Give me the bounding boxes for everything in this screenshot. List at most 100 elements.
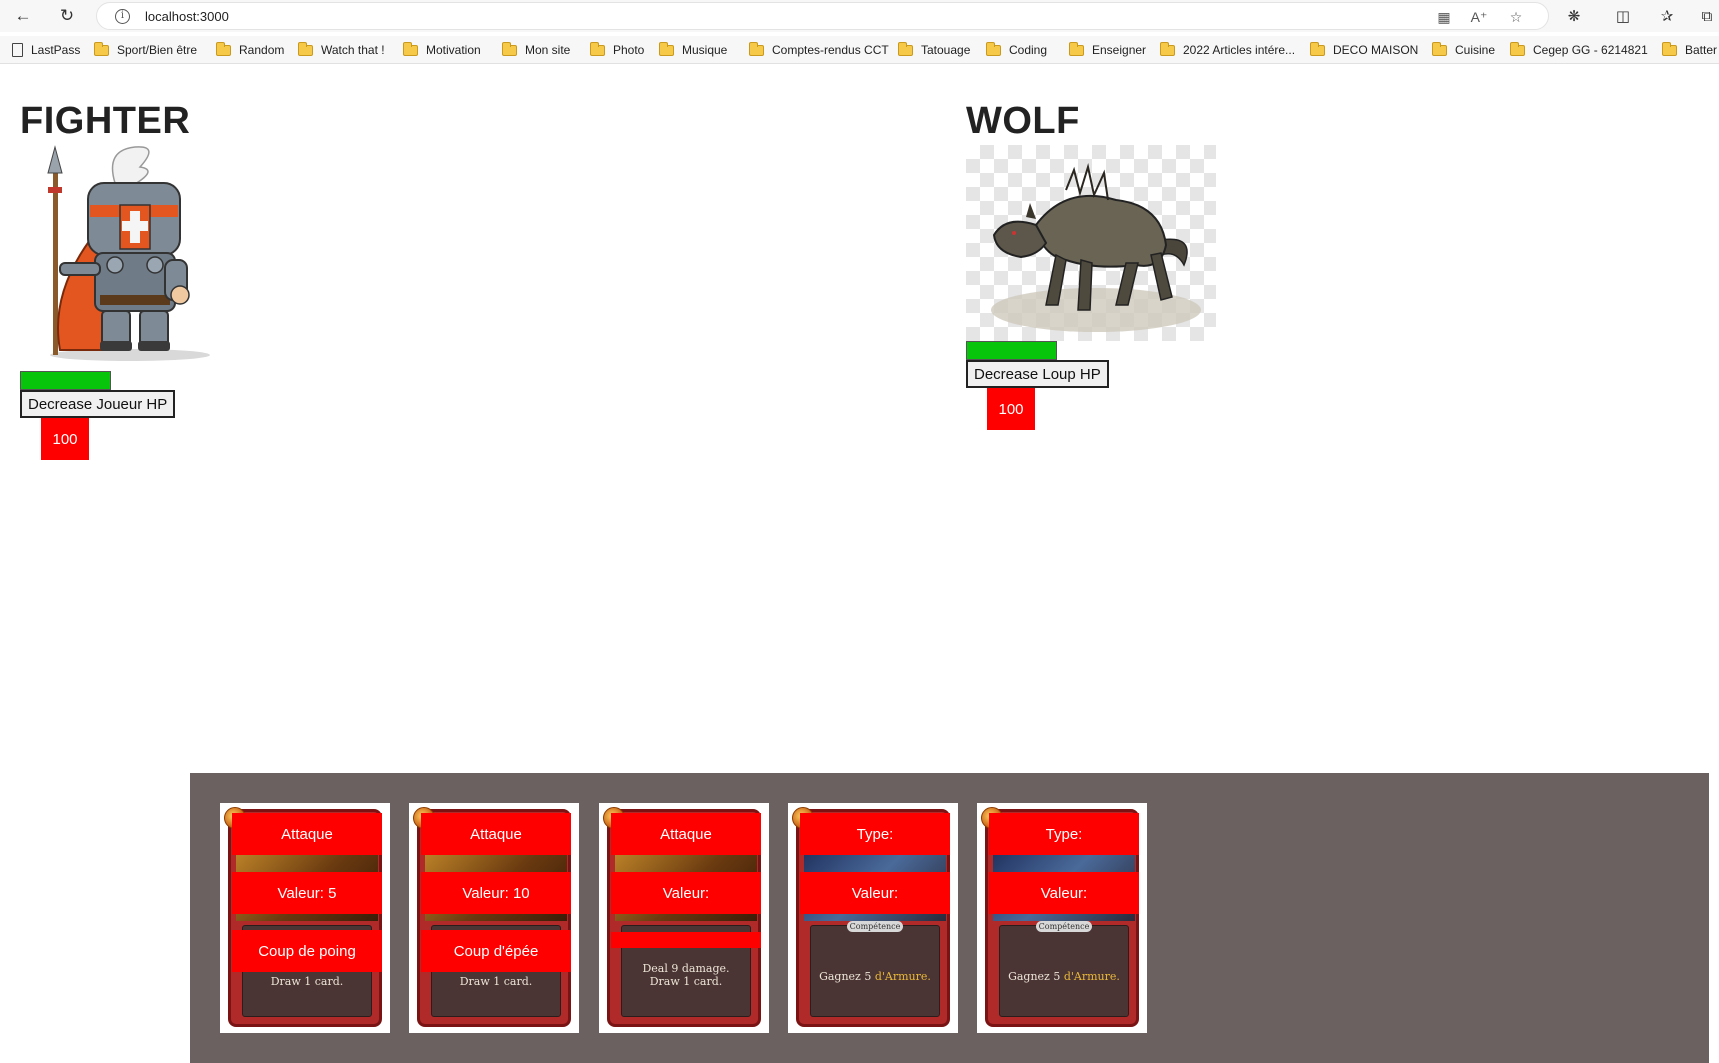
folder-icon <box>1069 41 1084 56</box>
folder-icon <box>502 41 517 56</box>
bookmark-label: Batter <box>1685 43 1718 57</box>
folder-icon <box>1510 41 1525 56</box>
bookmark-label: Photo <box>613 43 645 57</box>
back-arrow-icon[interactable]: ← <box>10 3 36 29</box>
card-type-banner: Type: <box>800 813 950 855</box>
card-description: Deal 9 damage. Draw 1 card. <box>621 962 751 988</box>
bookmarks-bar: LastPass Sport/Bien être Random Watch that … <box>0 36 1719 64</box>
bookmark-item[interactable]: Watch that ! <box>298 41 385 59</box>
folder-icon <box>403 41 418 56</box>
card-description: Draw 1 card. <box>242 975 372 988</box>
folder-icon <box>1160 41 1175 56</box>
card-description-text: Draw 1 card. <box>649 975 723 988</box>
site-info-icon[interactable]: i <box>115 9 130 24</box>
bookmark-item[interactable]: LastPass <box>12 41 80 59</box>
folder-icon <box>1310 41 1325 56</box>
card[interactable]: Draw 1 card. Attaque Valeur: 10 Coup d'épée <box>409 803 579 1033</box>
card[interactable]: Compétence Gagnez 5 d'Armure. Type: Valeur: <box>788 803 958 1033</box>
bookmark-label: Enseigner <box>1092 43 1147 57</box>
player-hp-value: 100 <box>41 418 89 460</box>
bookmark-item[interactable]: Musique <box>659 41 727 59</box>
bookmark-label: Musique <box>682 43 728 57</box>
address-url[interactable]: localhost:3000 <box>145 9 229 24</box>
bookmark-label: Cegep GG - 6214821 <box>1533 43 1648 57</box>
bookmark-item[interactable]: Comptes-rendus CCT <box>749 41 889 59</box>
card-hand: Draw 1 card. Attaque Valeur: 5 Coup de poin… <box>190 773 1709 1063</box>
card-description: Draw 1 card. <box>431 975 561 988</box>
bookmark-item[interactable]: Enseigner <box>1069 41 1146 59</box>
card-category-tag: Compétence <box>847 921 903 932</box>
card-value-banner: Valeur: 10 <box>421 872 571 914</box>
address-bar[interactable]: i localhost:3000 ▦ A⁺ ☆ <box>96 2 1549 30</box>
bookmark-label: LastPass <box>31 43 81 57</box>
bookmark-label: Sport/Bien être <box>117 43 198 57</box>
bookmark-item[interactable]: Cegep GG - 6214821 <box>1510 41 1648 59</box>
card-value-banner: Valeur: <box>611 872 761 914</box>
folder-icon <box>898 41 913 56</box>
bookmark-item[interactable]: Coding <box>986 41 1047 59</box>
bookmark-label: Motivation <box>426 43 481 57</box>
card-name-banner: Coup de poing <box>232 930 382 972</box>
card-description-text: Gagnez 5 <box>1008 970 1064 983</box>
card-description-text: Draw 1 card. <box>459 975 533 988</box>
enemy-name: WOLF <box>966 100 1080 142</box>
card-description-text: Gagnez 5 <box>819 970 875 983</box>
wolf-sprite <box>966 145 1216 341</box>
favorites-icon[interactable]: ✰ <box>1656 5 1678 27</box>
card-category-tag: Compétence <box>1036 921 1092 932</box>
bookmark-item[interactable]: Mon site <box>502 41 570 59</box>
folder-icon <box>94 41 109 56</box>
card-description-text: Deal 9 damage. <box>642 962 730 975</box>
folder-icon <box>216 41 231 56</box>
card[interactable]: Compétence Gagnez 5 d'Armure. Type: Valeur: <box>977 803 1147 1033</box>
extensions-icon[interactable]: ❋ <box>1563 5 1585 27</box>
bookmark-item[interactable]: Cuisine <box>1432 41 1495 59</box>
enemy-hp-bar <box>966 341 1057 360</box>
folder-icon <box>986 41 1001 56</box>
player-panel: FIGHTER Decrease Joueur HP 100 <box>20 100 220 460</box>
card-description-highlight: d'Armure. <box>1063 970 1120 983</box>
card-type-banner: Type: <box>989 813 1139 855</box>
card-value-banner: Valeur: 5 <box>232 872 382 914</box>
bookmark-label: DECO MAISON <box>1333 43 1419 57</box>
player-name: FIGHTER <box>20 100 191 142</box>
bookmark-item[interactable]: Random <box>216 41 284 59</box>
card-description: Gagnez 5 d'Armure. <box>999 970 1129 983</box>
collections-icon[interactable]: ⧉ <box>1696 5 1718 27</box>
split-screen-icon[interactable]: ◫ <box>1612 5 1634 27</box>
card[interactable]: Draw 1 card. Attaque Valeur: 5 Coup de poin… <box>220 803 390 1033</box>
bookmark-item[interactable]: DECO MAISON <box>1310 41 1418 59</box>
card[interactable]: Deal 9 damage. Draw 1 card. Attaque Valeur: <box>599 803 769 1033</box>
bookmark-label: Coding <box>1009 43 1048 57</box>
bookmark-item[interactable]: Tatouage <box>898 41 970 59</box>
bookmark-label: Random <box>239 43 285 57</box>
folder-icon <box>590 41 605 56</box>
bookmark-label: Watch that ! <box>321 43 385 57</box>
bookmark-label: 2022 Articles intére... <box>1183 43 1296 57</box>
bookmark-item[interactable]: Sport/Bien être <box>94 41 197 59</box>
game-page: FIGHTER Decrease Joueur HP 100 WOLF Decr… <box>0 70 1719 1063</box>
folder-icon <box>1662 41 1677 56</box>
bookmark-item[interactable]: Photo <box>590 41 644 59</box>
card-type-banner: Attaque <box>611 813 761 855</box>
card-value-banner: Valeur: <box>800 872 950 914</box>
bookmark-item[interactable]: Batter <box>1662 41 1717 59</box>
card-value-banner: Valeur: <box>989 872 1139 914</box>
read-aloud-icon[interactable]: A⁺ <box>1470 8 1488 26</box>
enemy-panel: WOLF Decrease Loup HP 100 <box>966 100 1216 430</box>
folder-icon <box>1432 41 1447 56</box>
bookmark-label: Tatouage <box>921 43 971 57</box>
favorite-star-icon[interactable]: ☆ <box>1507 8 1525 26</box>
bookmark-item[interactable]: 2022 Articles intére... <box>1160 41 1295 59</box>
decrease-player-hp-button[interactable]: Decrease Joueur HP <box>20 390 176 418</box>
reload-icon[interactable]: ↻ <box>54 3 80 29</box>
page-icon <box>12 43 23 57</box>
card-type-banner: Attaque <box>421 813 571 855</box>
enemy-hp-value: 100 <box>987 388 1035 430</box>
apps-grid-icon[interactable]: ▦ <box>1435 8 1453 26</box>
folder-icon <box>659 41 674 56</box>
bookmark-label: Cuisine <box>1455 43 1496 57</box>
decrease-enemy-hp-button[interactable]: Decrease Loup HP <box>966 360 1109 388</box>
bookmark-item[interactable]: Motivation <box>403 41 481 59</box>
bookmark-label: Comptes-rendus CCT <box>772 43 889 57</box>
